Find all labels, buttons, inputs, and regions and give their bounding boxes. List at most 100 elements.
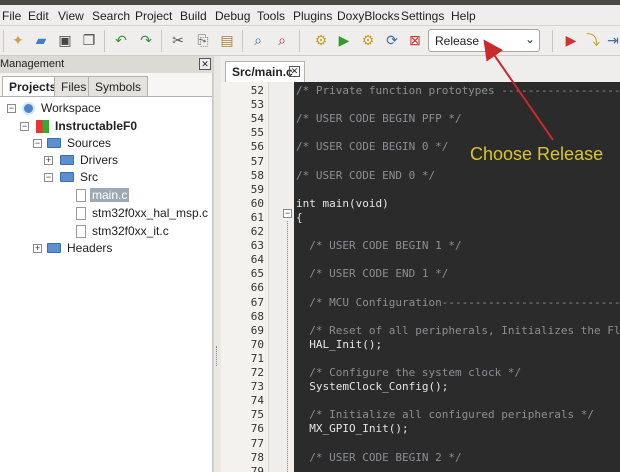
fold-margin: − <box>269 82 294 472</box>
tree-item-headers[interactable]: Headers <box>47 240 114 256</box>
menu-plugins[interactable]: Plugins <box>293 9 332 23</box>
save-icon[interactable]: ▣ <box>56 31 74 49</box>
code-line: /* MCU Configuration--------------------… <box>309 295 620 309</box>
collapse-toggle[interactable]: − <box>44 173 53 182</box>
code-line: /* USER CODE BEGIN 2 */ <box>296 450 462 464</box>
fold-toggle[interactable]: − <box>283 209 292 218</box>
code-view[interactable]: /* Private function prototypes ---------… <box>294 82 620 472</box>
menu-tools[interactable]: Tools <box>257 9 285 23</box>
save-all-icon[interactable]: ❐ <box>80 31 98 49</box>
line-number: 67 <box>250 295 264 309</box>
debug-run-icon[interactable]: ▶ <box>562 31 580 49</box>
management-title: Management <box>0 58 65 70</box>
line-number: 79 <box>250 464 264 472</box>
build-target-value: Release <box>435 34 480 48</box>
close-icon[interactable]: ✕ <box>199 58 211 70</box>
toolbar-separator <box>552 30 553 52</box>
panel-splitter[interactable] <box>213 56 221 472</box>
build-run-icon[interactable]: ⚙ <box>359 31 377 49</box>
tree-item-src[interactable]: Src <box>60 169 100 185</box>
tree-item-drivers[interactable]: Drivers <box>60 152 120 168</box>
build-icon[interactable]: ⚙ <box>312 31 330 49</box>
collapse-toggle[interactable]: − <box>33 139 42 148</box>
menu-search[interactable]: Search <box>92 9 130 23</box>
line-number: 65 <box>250 267 264 281</box>
menu-file[interactable]: File <box>2 9 21 23</box>
tree-item-file[interactable]: stm32f0xx_hal_msp.c <box>76 205 210 221</box>
collapse-toggle[interactable]: − <box>20 122 29 131</box>
paste-icon[interactable]: ▤ <box>218 31 236 49</box>
debug-step-icon[interactable]: ⤵ <box>584 31 602 49</box>
cut-icon[interactable]: ✂ <box>169 31 187 49</box>
tree-item-workspace[interactable]: Workspace <box>22 100 103 116</box>
line-number: 53 <box>250 98 264 112</box>
menu-settings[interactable]: Settings <box>401 9 444 23</box>
tree-label: stm32f0xx_hal_msp.c <box>92 206 209 220</box>
run-icon[interactable]: ▶ <box>335 31 353 49</box>
menu-help[interactable]: Help <box>451 9 476 23</box>
line-number: 75 <box>250 408 264 422</box>
toolbar-separator <box>299 30 300 52</box>
close-icon[interactable]: ✕ <box>289 66 300 77</box>
code-line: HAL_Init(); <box>296 337 383 351</box>
folder-open-icon <box>60 172 74 182</box>
menu-debug[interactable]: Debug <box>215 9 250 23</box>
line-number: 57 <box>250 154 264 168</box>
tree-item-file[interactable]: stm32f0xx_it.c <box>76 223 171 239</box>
code-line: MX_GPIO_Init(); <box>296 422 409 436</box>
line-number: 78 <box>250 450 264 464</box>
workspace-icon <box>22 101 35 115</box>
menu-doxyblocks[interactable]: DoxyBlocks <box>337 9 400 23</box>
menu-project[interactable]: Project <box>135 9 172 23</box>
undo-icon[interactable]: ↶ <box>112 31 130 49</box>
tree-item-file[interactable]: main.c <box>76 187 130 203</box>
line-number: 72 <box>250 366 264 379</box>
tree-label: Workspace <box>41 101 101 115</box>
folder-icon <box>47 138 61 148</box>
chevron-down-icon: ⌄ <box>524 32 535 46</box>
replace-icon[interactable]: ⌕ <box>273 31 291 49</box>
tab-symbols[interactable]: Symbols <box>88 76 149 96</box>
line-number: 52 <box>250 84 264 97</box>
line-number: 55 <box>250 126 264 140</box>
line-number-gutter: 52 53 54 55 56 57 58 59 60 61 62 63 64 65 66 67 68 69 70 71… <box>221 82 269 472</box>
menu-view[interactable]: View <box>58 9 84 23</box>
tree-item-sources[interactable]: Sources <box>47 135 113 151</box>
debug-next-icon[interactable]: ⇥ <box>604 31 620 49</box>
expand-toggle[interactable]: + <box>33 244 42 253</box>
line-number: 73 <box>250 380 264 394</box>
menu-edit[interactable]: Edit <box>28 9 49 23</box>
copy-icon[interactable]: ⎘ <box>194 31 212 49</box>
menu-build[interactable]: Build <box>180 9 207 23</box>
line-number: 76 <box>250 422 264 436</box>
build-target-select[interactable]: Release ⌄ <box>428 29 540 52</box>
annotation-label: Choose Release <box>470 144 604 164</box>
find-icon[interactable]: ⌕ <box>249 31 267 49</box>
line-number: 63 <box>250 239 264 253</box>
line-number: 60 <box>250 196 264 210</box>
redo-icon[interactable]: ↷ <box>137 31 155 49</box>
line-number: 62 <box>250 225 264 238</box>
new-file-icon[interactable]: ✦ <box>9 31 27 49</box>
line-number: 69 <box>250 323 264 337</box>
code-line: int main(void) <box>296 196 389 210</box>
line-number: 61 <box>250 210 264 224</box>
expand-toggle[interactable]: + <box>44 156 53 165</box>
folder-icon <box>60 155 74 165</box>
line-number: 71 <box>250 351 264 365</box>
code-line: /* Initialize all configured peripherals… <box>296 408 595 422</box>
file-icon <box>76 224 86 238</box>
code-line: /* USER CODE END 1 */ <box>296 267 449 281</box>
tree-item-project[interactable]: InstructableF0 <box>36 118 139 134</box>
line-number: 70 <box>250 337 264 351</box>
editor-tab[interactable]: Src/main.c ✕ <box>225 61 305 82</box>
open-file-icon[interactable]: ▰ <box>32 31 50 49</box>
rebuild-icon[interactable]: ⟳ <box>383 31 401 49</box>
line-number: 54 <box>250 112 264 126</box>
line-number: 56 <box>250 140 264 154</box>
toolbar-separator <box>104 30 105 52</box>
collapse-toggle[interactable]: − <box>7 104 16 113</box>
abort-icon[interactable]: ⊠ <box>406 31 424 49</box>
tree-label: InstructableF0 <box>55 119 138 133</box>
window-title-strip <box>0 0 620 5</box>
